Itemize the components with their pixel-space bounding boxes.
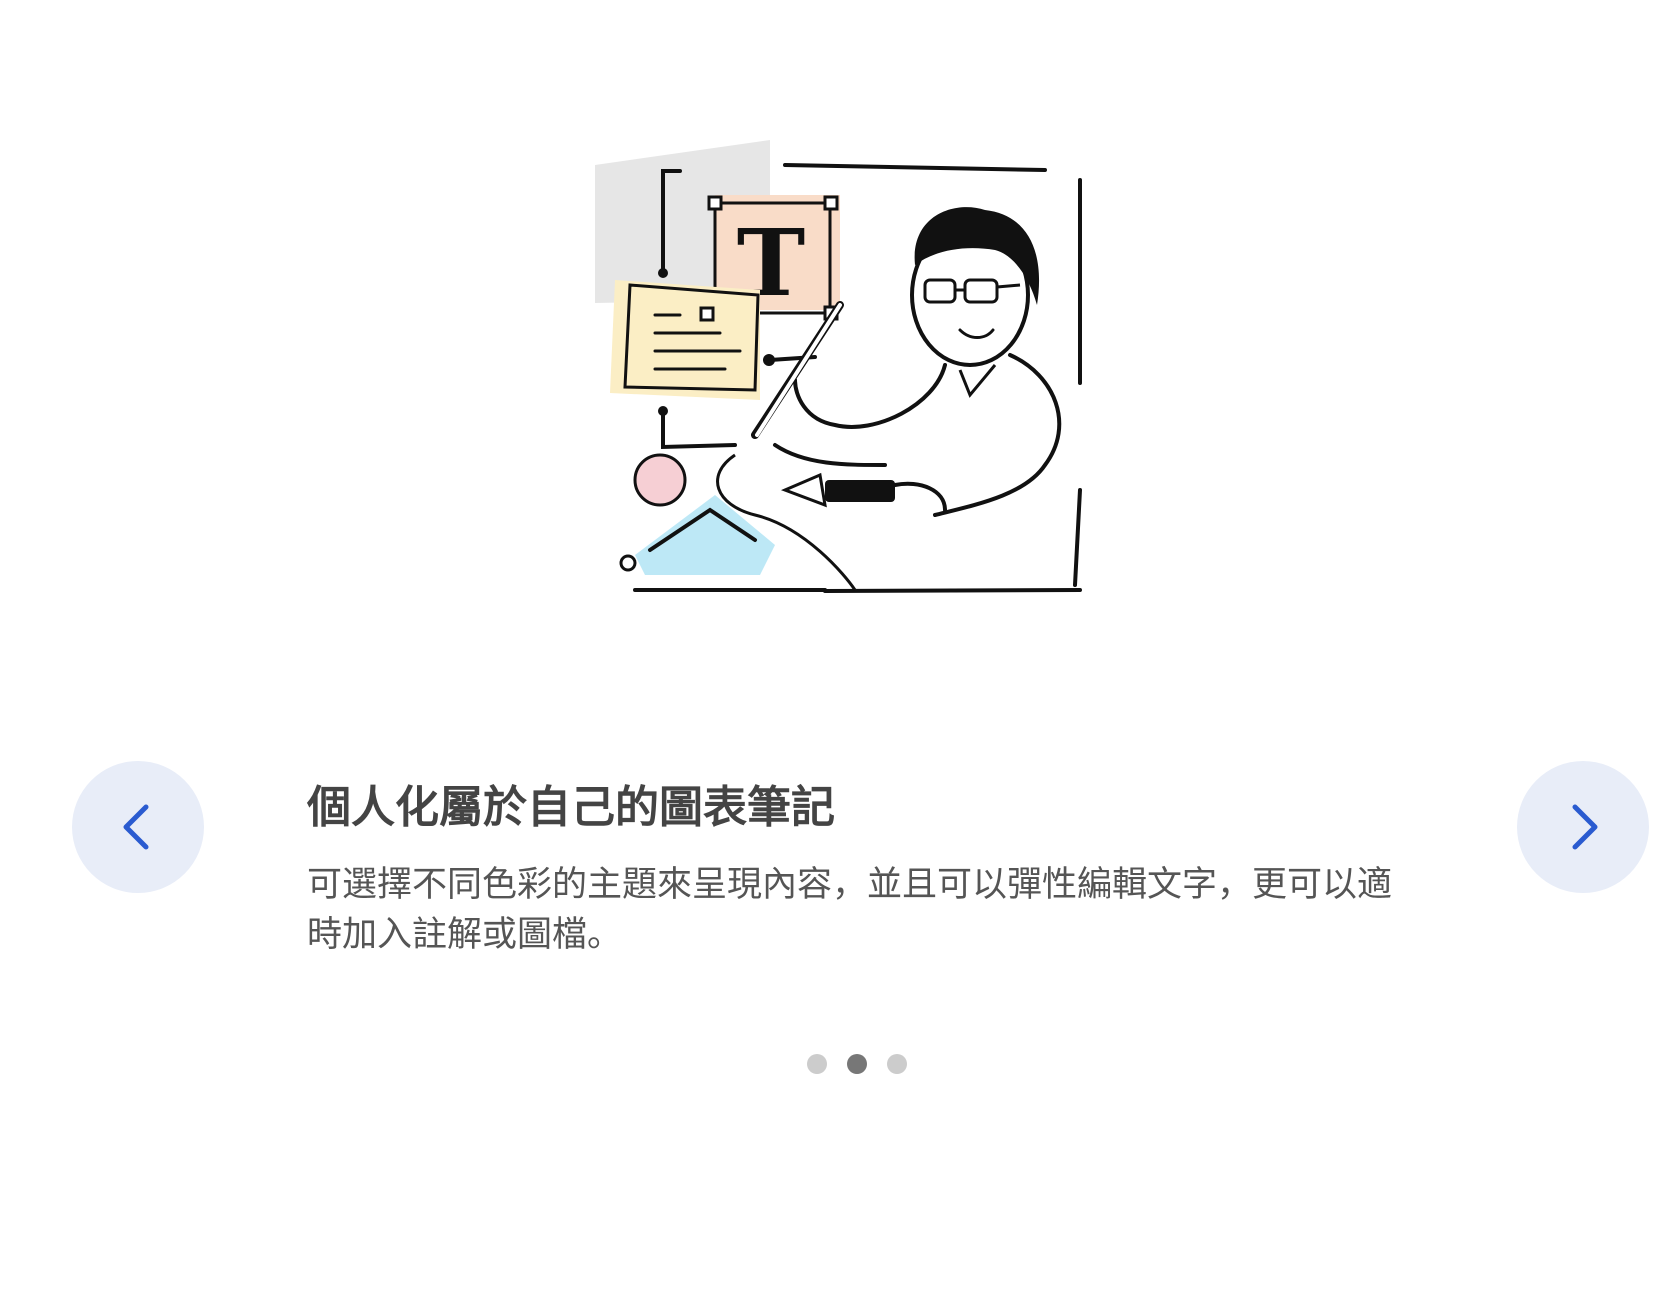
- slide-title: 個人化屬於自己的圖表筆記: [307, 782, 835, 833]
- previous-slide-button[interactable]: [72, 761, 204, 893]
- pagination-dot-3[interactable]: [887, 1054, 907, 1074]
- slide-illustration: T: [575, 135, 1095, 625]
- chevron-right-icon: [1572, 804, 1598, 850]
- slide-description: 可選擇不同色彩的主題來呈現內容，並且可以彈性編輯文字，更可以適時加入註解或圖檔。: [307, 865, 1393, 955]
- pagination-dots: [807, 1054, 907, 1074]
- chevron-left-icon: [123, 804, 149, 850]
- person-editing-illustration: T: [595, 140, 1082, 593]
- pagination-dot-1[interactable]: [807, 1054, 827, 1074]
- pagination-dot-2[interactable]: [847, 1054, 867, 1074]
- next-slide-button[interactable]: [1517, 761, 1649, 893]
- slide-text-block: 個人化屬於自己的圖表筆記 可選擇不同色彩的主題來呈現內容，並且可以彈性編輯文字，…: [307, 780, 1407, 960]
